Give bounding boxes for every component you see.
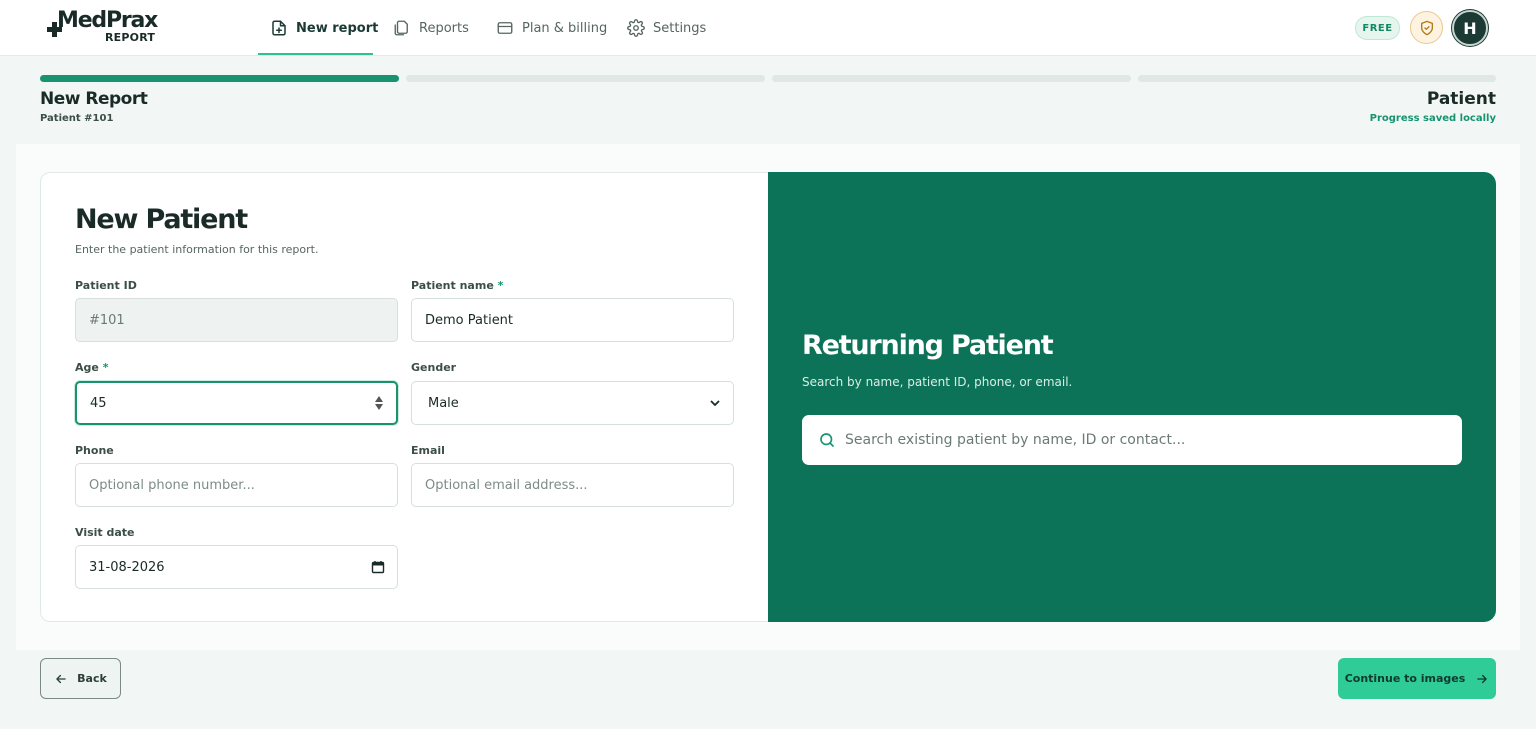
logo-sub-text: REPORT bbox=[105, 31, 156, 44]
patient-id-field: #101 bbox=[75, 298, 398, 342]
patient-name-label-text: Patient name bbox=[411, 279, 494, 292]
patient-search-input[interactable]: Search existing patient by name, ID or c… bbox=[802, 415, 1462, 465]
returning-patient-panel bbox=[768, 172, 1496, 622]
logo-brand-text: MedPrax bbox=[57, 8, 158, 33]
new-patient-title: New Patient bbox=[75, 204, 248, 235]
nav-reports[interactable]: Reports bbox=[393, 0, 469, 56]
nav-settings-label: Settings bbox=[653, 20, 707, 36]
age-input[interactable]: 45 bbox=[75, 381, 398, 425]
back-button[interactable]: Back bbox=[40, 658, 121, 699]
age-label: Age * bbox=[75, 361, 108, 374]
phone-label: Phone bbox=[75, 444, 114, 457]
plan-badge: FREE bbox=[1355, 16, 1400, 40]
active-tab-indicator bbox=[258, 53, 373, 55]
shield-button[interactable] bbox=[1410, 11, 1443, 44]
visit-date-label: Visit date bbox=[75, 526, 135, 539]
page-title: New Report bbox=[40, 89, 148, 109]
required-mark: * bbox=[497, 279, 504, 292]
file-plus-icon bbox=[272, 20, 286, 36]
patient-id-value: #101 bbox=[89, 312, 125, 328]
progress-step-1-fill bbox=[40, 75, 399, 82]
nav-new-report[interactable]: New report bbox=[270, 0, 378, 56]
progress-step-2 bbox=[406, 75, 765, 82]
save-status: Progress saved locally bbox=[1369, 113, 1496, 124]
number-stepper-icon[interactable] bbox=[374, 395, 384, 411]
user-avatar[interactable]: H bbox=[1452, 10, 1488, 46]
progress-step-4 bbox=[1138, 75, 1496, 82]
age-value: 45 bbox=[90, 395, 107, 411]
gender-value: Male bbox=[428, 395, 459, 411]
chevron-down-icon bbox=[710, 400, 720, 407]
search-icon bbox=[820, 433, 834, 447]
returning-patient-title: Returning Patient bbox=[802, 330, 1054, 361]
arrow-right-icon bbox=[1477, 674, 1488, 683]
phone-placeholder: Optional phone number... bbox=[89, 477, 255, 493]
nav-plan-billing-label: Plan & billing bbox=[522, 20, 608, 36]
progress-step-3 bbox=[772, 75, 1131, 82]
calendar-icon[interactable] bbox=[371, 560, 385, 574]
nav-new-report-label: New report bbox=[296, 20, 379, 36]
patient-name-label: Patient name * bbox=[411, 279, 503, 292]
nav-plan-billing[interactable]: Plan & billing bbox=[496, 0, 607, 56]
medprax-logo[interactable]: MedPrax REPORT bbox=[47, 8, 158, 46]
patient-id-label: Patient ID bbox=[75, 279, 137, 292]
visit-date-value: 31-08-2026 bbox=[89, 559, 165, 575]
patient-reference: Patient #101 bbox=[40, 113, 114, 124]
top-navigation-bar: MedPrax REPORT New report Reports Plan &… bbox=[0, 0, 1536, 56]
visit-date-input[interactable]: 31-08-2026 bbox=[75, 545, 398, 589]
arrow-left-icon bbox=[56, 674, 66, 683]
files-icon bbox=[394, 20, 408, 36]
progress-step-1 bbox=[40, 75, 399, 82]
gender-select[interactable]: Male bbox=[411, 381, 734, 425]
gear-icon bbox=[627, 19, 645, 37]
nav-reports-label: Reports bbox=[419, 20, 469, 36]
patient-name-input[interactable]: Demo Patient bbox=[411, 298, 734, 342]
returning-patient-subtitle: Search by name, patient ID, phone, or em… bbox=[802, 375, 1073, 389]
patient-name-value: Demo Patient bbox=[425, 312, 514, 328]
phone-input[interactable]: Optional phone number... bbox=[75, 463, 398, 507]
email-input[interactable]: Optional email address... bbox=[411, 463, 734, 507]
gender-label: Gender bbox=[411, 361, 457, 374]
continue-button[interactable]: Continue to images bbox=[1338, 658, 1496, 699]
current-step-name: Patient bbox=[1426, 89, 1496, 109]
required-mark: * bbox=[102, 361, 109, 374]
email-label: Email bbox=[411, 444, 445, 457]
patient-search-placeholder: Search existing patient by name, ID or c… bbox=[845, 432, 1186, 448]
back-button-label: Back bbox=[77, 672, 107, 685]
shield-check-icon bbox=[1420, 20, 1433, 35]
continue-button-label: Continue to images bbox=[1344, 672, 1466, 685]
nav-settings[interactable]: Settings bbox=[627, 0, 706, 56]
new-patient-subtitle: Enter the patient information for this r… bbox=[75, 243, 319, 256]
email-placeholder: Optional email address... bbox=[425, 477, 588, 493]
credit-card-icon bbox=[497, 22, 513, 34]
age-label-text: Age bbox=[75, 361, 99, 374]
